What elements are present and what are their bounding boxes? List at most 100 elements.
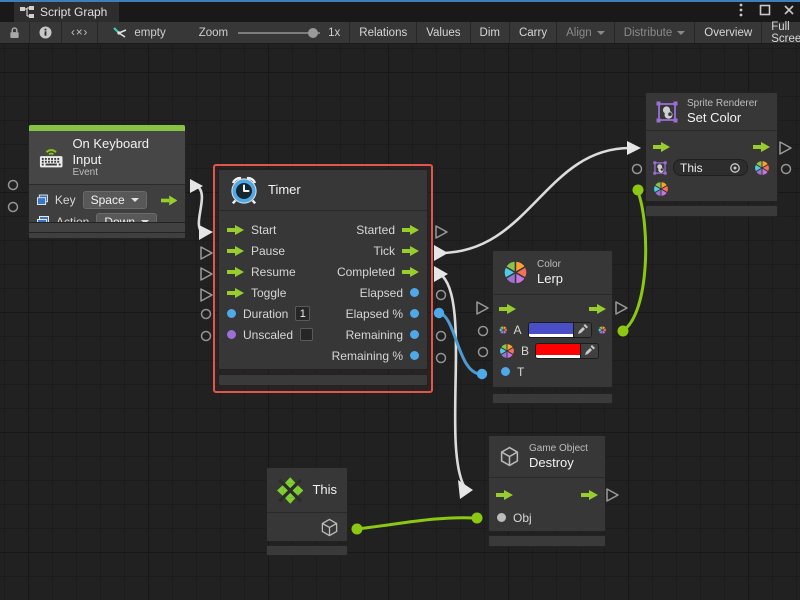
port-timer-start[interactable] <box>199 225 213 240</box>
carry-button[interactable]: Carry <box>510 22 557 43</box>
node-footer[interactable] <box>645 205 778 217</box>
color-wheel-icon[interactable] <box>499 322 507 338</box>
value-port-dot[interactable] <box>497 513 506 522</box>
sprite-renderer-icon[interactable] <box>653 161 667 175</box>
port-timer-started[interactable] <box>436 226 447 238</box>
zoom-slider[interactable] <box>238 32 320 34</box>
node-footer[interactable] <box>488 535 606 547</box>
duration-input[interactable]: 1 <box>295 306 310 321</box>
port-destroy-obj[interactable] <box>472 513 483 524</box>
tab-script-graph[interactable]: Script Graph <box>14 2 119 22</box>
timer-port-duration[interactable]: Duration 1 <box>219 303 321 324</box>
node-footer[interactable] <box>492 393 613 404</box>
value-port-dot[interactable] <box>410 330 419 339</box>
port-this-value[interactable] <box>352 524 363 535</box>
flow-input-port[interactable] <box>499 304 516 314</box>
color-wheel-icon[interactable] <box>754 160 770 176</box>
flow-output-port[interactable] <box>589 304 606 314</box>
wire-elapsed-percent-to-t[interactable] <box>440 313 480 374</box>
timer-port-elapsed-percent[interactable]: Elapsed % <box>324 303 427 324</box>
zoom-slider-handle[interactable] <box>308 28 318 38</box>
node-this[interactable]: This <box>266 467 348 542</box>
timer-port-tick[interactable]: Tick <box>324 240 427 261</box>
port-keyboard-action[interactable] <box>9 203 18 212</box>
port-lerp-flow-in[interactable] <box>477 302 488 314</box>
target-object-field[interactable]: This <box>673 159 748 176</box>
port-timer-remaining[interactable] <box>437 332 446 341</box>
wire-lerp-to-setcolor-color[interactable] <box>623 192 646 331</box>
port-destroy-flow-out[interactable] <box>607 489 618 501</box>
flow-output-port[interactable] <box>753 142 770 152</box>
wire-tick-to-setcolor[interactable] <box>440 148 630 253</box>
flow-output-port[interactable] <box>581 490 598 500</box>
port-keyboard-trigger-out[interactable] <box>190 179 203 193</box>
color-a-field[interactable] <box>528 322 592 338</box>
port-timer-elapsed[interactable] <box>437 291 446 300</box>
color-wheel-icon[interactable] <box>598 322 606 338</box>
node-footer[interactable] <box>218 374 428 386</box>
port-setcolor-color[interactable] <box>633 185 644 196</box>
timer-port-unscaled[interactable]: Unscaled <box>219 324 321 345</box>
port-setcolor-target[interactable] <box>633 165 642 174</box>
wire-completed-to-destroy[interactable] <box>440 274 464 486</box>
timer-port-resume[interactable]: Resume <box>219 261 321 282</box>
overview-button[interactable]: Overview <box>695 22 762 43</box>
node-set-color[interactable]: Sprite Renderer Set Color <box>645 92 778 202</box>
port-timer-toggle[interactable] <box>201 289 212 301</box>
timer-port-remaining[interactable]: Remaining <box>324 324 427 345</box>
dim-button[interactable]: Dim <box>471 22 510 43</box>
relations-button[interactable]: Relations <box>350 22 417 43</box>
wire-this-to-destroy-obj[interactable] <box>357 518 475 529</box>
key-dropdown[interactable]: Space <box>83 191 147 209</box>
port-lerp-b[interactable] <box>479 348 488 357</box>
value-port-dot[interactable] <box>501 367 510 376</box>
timer-port-start[interactable]: Start <box>219 219 321 240</box>
port-lerp-a[interactable] <box>479 327 488 336</box>
color-wheel-icon[interactable] <box>499 343 515 359</box>
port-destroy-flow-in[interactable] <box>458 480 473 499</box>
node-color-lerp[interactable]: Color Lerp A <box>492 250 613 388</box>
align-button[interactable]: Align <box>557 22 615 43</box>
port-timer-pause[interactable] <box>201 247 212 259</box>
timer-port-elapsed[interactable]: Elapsed <box>324 282 427 303</box>
close-icon[interactable] <box>782 3 796 17</box>
port-setcolor-flow-out[interactable] <box>780 142 791 154</box>
flow-output-port[interactable] <box>161 195 177 206</box>
value-port-dot[interactable] <box>410 288 419 297</box>
port-timer-unscaled[interactable] <box>202 332 211 341</box>
port-timer-tick[interactable] <box>434 245 448 261</box>
node-footer[interactable] <box>28 222 186 233</box>
timer-port-toggle[interactable]: Toggle <box>219 282 321 303</box>
port-lerp-t[interactable] <box>477 369 487 379</box>
info-button[interactable] <box>30 22 62 43</box>
flow-input-port[interactable] <box>496 490 513 500</box>
port-lerp-flow-out[interactable] <box>616 302 627 314</box>
graph-canvas[interactable]: On Keyboard Input Event Key Space <box>0 44 800 600</box>
fullscreen-button[interactable]: Full Screen <box>762 22 800 43</box>
lock-button[interactable] <box>0 22 30 43</box>
port-timer-resume[interactable] <box>201 268 212 280</box>
collapse-ports-button[interactable]: ‹×› <box>62 22 98 43</box>
value-port-dot[interactable] <box>227 309 236 318</box>
port-timer-remaining-percent[interactable] <box>437 354 446 363</box>
window-menu-icon[interactable] <box>734 3 748 17</box>
game-object-icon[interactable] <box>320 518 339 537</box>
unscaled-checkbox[interactable] <box>300 328 313 341</box>
color-b-field[interactable] <box>535 343 599 359</box>
object-picker-icon[interactable] <box>729 162 741 174</box>
port-timer-completed[interactable] <box>434 266 448 282</box>
flow-input-port[interactable] <box>653 142 670 152</box>
value-port-dot[interactable] <box>410 309 419 318</box>
values-button[interactable]: Values <box>417 22 470 43</box>
port-setcolor-target-out[interactable] <box>782 165 791 174</box>
node-timer[interactable]: Timer Start Pause Resume <box>218 169 428 370</box>
node-footer[interactable] <box>266 545 348 556</box>
node-destroy[interactable]: Game Object Destroy Obj <box>488 435 606 532</box>
distribute-button[interactable]: Distribute <box>615 22 696 43</box>
timer-port-remaining-percent[interactable]: Remaining % <box>324 345 427 366</box>
wire-keyboard-to-timer-start[interactable] <box>197 186 202 232</box>
eyedropper-icon[interactable] <box>580 344 598 358</box>
port-timer-elapsed-percent[interactable] <box>434 308 444 318</box>
port-setcolor-flow-in[interactable] <box>627 141 641 155</box>
flow-input-port[interactable] <box>227 225 244 235</box>
